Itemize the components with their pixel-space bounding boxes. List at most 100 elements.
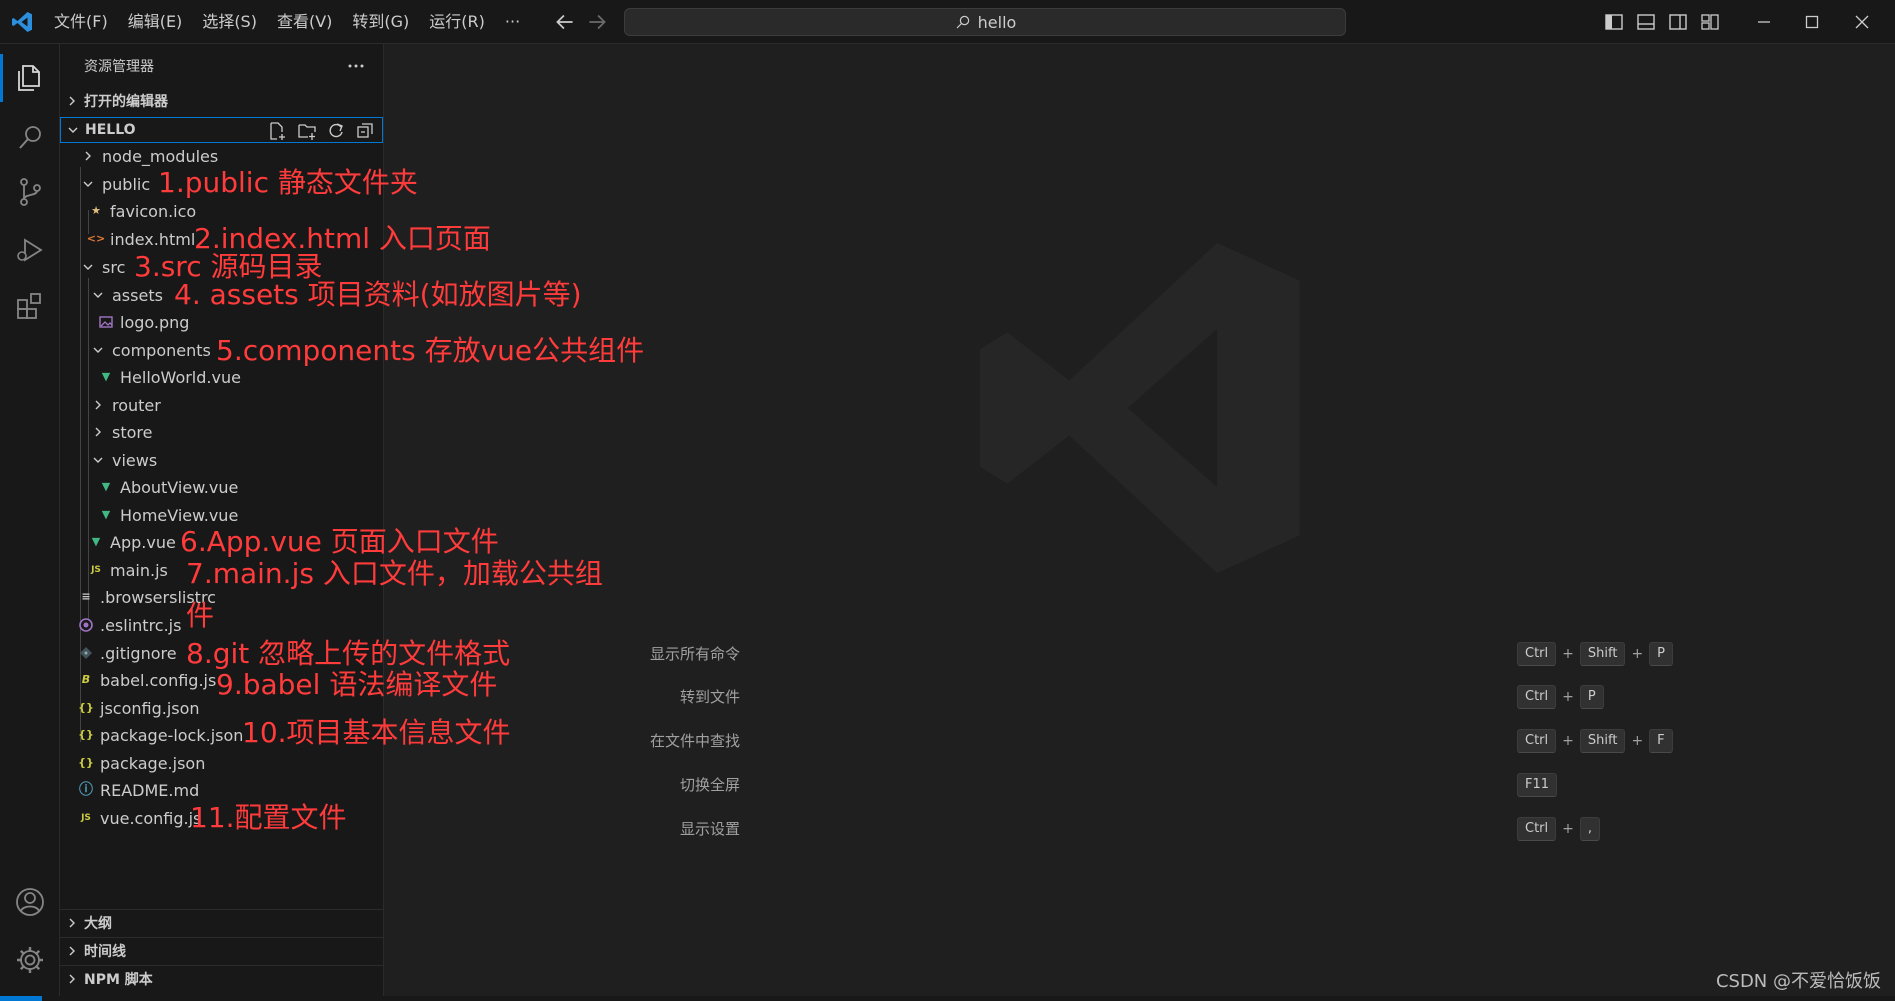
annotation-assets: 4. assets 项目资料(如放图片等) xyxy=(174,278,582,311)
menu-edit[interactable]: 编辑(E) xyxy=(118,0,193,44)
more-actions-icon[interactable] xyxy=(344,54,368,78)
customize-layout-icon[interactable] xyxy=(1700,12,1720,32)
collapse-all-icon[interactable] xyxy=(355,121,375,141)
shortcut-keys: Ctrl + P xyxy=(1517,682,1604,712)
tree-folder-assets[interactable]: assets xyxy=(90,282,163,308)
annotation-app-vue: 6.App.vue 页面入口文件 xyxy=(180,525,499,558)
json-file-icon: {} xyxy=(78,756,94,769)
extensions-icon[interactable] xyxy=(12,288,48,324)
tree-file-jsconfig[interactable]: {} jsconfig.json xyxy=(78,695,199,721)
remote-indicator[interactable] xyxy=(0,996,42,1001)
tree-folder-store[interactable]: store xyxy=(90,419,152,445)
arrow-left-icon[interactable] xyxy=(552,9,578,35)
tree-label: App.vue xyxy=(110,532,176,552)
timeline-header[interactable]: 时间线 xyxy=(60,937,383,963)
open-editors-label: 打开的编辑器 xyxy=(84,94,168,110)
shortcut-keys: Ctrl + Shift + P xyxy=(1517,639,1674,669)
project-name: HELLO xyxy=(85,122,136,138)
outline-label: 大纲 xyxy=(84,915,112,932)
shortcut-label: 显示设置 xyxy=(679,820,740,838)
search-icon xyxy=(956,15,969,29)
menu-run[interactable]: 运行(R) xyxy=(419,0,495,44)
chevron-right-icon xyxy=(69,918,75,927)
menu-view[interactable]: 查看(V) xyxy=(267,0,342,44)
tree-file-readme[interactable]: ⓘ README.md xyxy=(78,777,199,803)
key: Ctrl xyxy=(1517,642,1557,666)
tree-file-aboutview[interactable]: ▼ AboutView.vue xyxy=(98,474,239,500)
menu-more[interactable]: ··· xyxy=(495,0,530,44)
tree-file-favicon[interactable]: ★ favicon.ico xyxy=(88,198,196,224)
js-file-icon: JS xyxy=(81,813,91,823)
key: Ctrl xyxy=(1517,729,1557,753)
tree-folder-src[interactable]: src xyxy=(80,254,125,280)
outline-header[interactable]: 大纲 xyxy=(60,909,383,935)
timeline-label: 时间线 xyxy=(84,943,126,960)
annotation-components: 5.components 存放vue公共组件 xyxy=(216,334,645,367)
menu-go[interactable]: 转到(G) xyxy=(342,0,419,44)
run-debug-icon[interactable] xyxy=(12,232,48,268)
key: Shift xyxy=(1579,642,1626,666)
tree-folder-router[interactable]: router xyxy=(90,392,161,418)
shortcut-label: 切换全屏 xyxy=(679,776,740,794)
annotation-babel: 9.babel 语法编译文件 xyxy=(216,668,498,701)
source-control-icon[interactable] xyxy=(12,174,48,210)
tree-file-package-lock[interactable]: {} package-lock.json xyxy=(78,722,243,748)
annotation-main-js-cont: 件 xyxy=(186,599,215,632)
tree-file-vue-config[interactable]: JS vue.config.js xyxy=(78,805,201,831)
key: F11 xyxy=(1517,773,1558,797)
sidebar-title: 资源管理器 xyxy=(84,59,154,75)
npm-scripts-header[interactable]: NPM 脚本 xyxy=(60,965,383,991)
json-file-icon: {} xyxy=(78,728,94,741)
menu-selection[interactable]: 选择(S) xyxy=(192,0,267,44)
title-bar: 文件(F) 编辑(E) 选择(S) 查看(V) 转到(G) 运行(R) ··· … xyxy=(0,0,1895,44)
new-file-icon[interactable] xyxy=(267,121,287,141)
explorer-icon[interactable] xyxy=(12,60,48,96)
tree-file-logo[interactable]: logo.png xyxy=(98,309,189,335)
json-file-icon: {} xyxy=(78,701,94,714)
search-text: hello xyxy=(977,12,1017,32)
toggle-secondary-sidebar-icon[interactable] xyxy=(1668,12,1688,32)
maximize-icon[interactable] xyxy=(1800,10,1824,34)
tree-label: babel.config.js xyxy=(100,670,217,690)
tree-file-package-json[interactable]: {} package.json xyxy=(78,750,205,776)
new-folder-icon[interactable] xyxy=(297,121,317,141)
menu-file[interactable]: 文件(F) xyxy=(44,0,118,44)
vue-file-icon: ▼ xyxy=(101,480,111,493)
chevron-down-icon xyxy=(93,347,103,353)
chevron-right-icon xyxy=(95,400,101,410)
vue-file-icon: ▼ xyxy=(101,370,111,383)
open-editors-header[interactable]: 打开的编辑器 xyxy=(60,88,383,114)
settings-gear-icon[interactable] xyxy=(12,942,48,978)
key: F xyxy=(1649,729,1673,753)
search-icon[interactable] xyxy=(12,120,48,156)
chevron-right-icon xyxy=(69,946,75,955)
annotation-main-js: 7.main.js 入口文件，加载公共组 xyxy=(186,557,603,590)
tree-label: public xyxy=(102,174,151,194)
key: Ctrl xyxy=(1517,685,1557,709)
tree-label: index.html xyxy=(110,229,196,249)
chevron-down-icon xyxy=(93,292,103,298)
tree-label: package.json xyxy=(100,753,206,773)
tree-folder-views[interactable]: views xyxy=(90,447,157,473)
chevron-down-icon xyxy=(93,457,103,463)
minimize-icon[interactable] xyxy=(1752,10,1776,34)
arrow-right-icon[interactable] xyxy=(584,9,610,35)
close-icon[interactable] xyxy=(1850,10,1874,34)
project-header[interactable]: HELLO xyxy=(60,117,383,143)
tree-file-index-html[interactable]: <> index.html xyxy=(86,226,196,252)
tree-file-eslintrc[interactable]: .eslintrc.js xyxy=(78,612,181,638)
tree-folder-components[interactable]: components xyxy=(90,337,211,363)
tree-file-gitignore[interactable]: .gitignore xyxy=(78,640,177,666)
key: Ctrl xyxy=(1517,817,1557,841)
refresh-icon[interactable] xyxy=(326,121,346,141)
tree-file-main-js[interactable]: JS main.js xyxy=(88,557,168,583)
html-file-icon: <> xyxy=(86,232,106,245)
command-center-search[interactable]: hello xyxy=(624,8,1346,36)
tree-label: HomeView.vue xyxy=(120,505,239,525)
toggle-primary-sidebar-icon[interactable] xyxy=(1604,12,1624,32)
annotation-gitignore: 8.git 忽略上传的文件格式 xyxy=(186,637,511,670)
tree-file-app-vue[interactable]: ▼ App.vue xyxy=(88,529,176,555)
tree-folder-public[interactable]: public xyxy=(80,171,150,197)
account-icon[interactable] xyxy=(12,884,48,920)
toggle-panel-icon[interactable] xyxy=(1636,12,1656,32)
